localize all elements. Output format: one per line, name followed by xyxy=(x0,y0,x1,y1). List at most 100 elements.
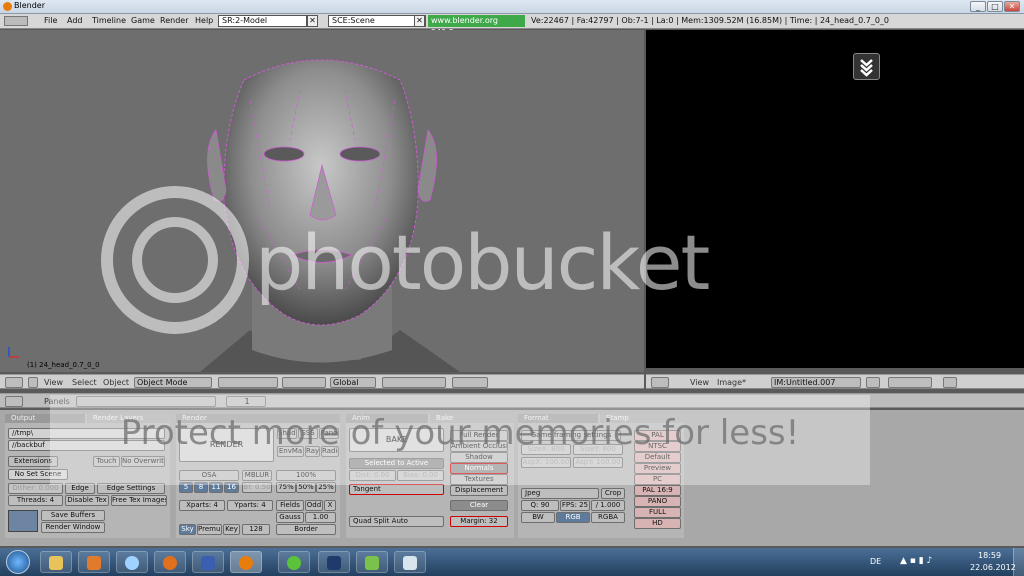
sss-toggle[interactable]: SSS xyxy=(298,428,318,439)
rgba-toggle[interactable]: RGBA xyxy=(591,512,625,523)
odd-toggle[interactable]: Odd xyxy=(305,500,323,511)
premul-toggle[interactable]: Premul xyxy=(197,524,222,535)
bake-margin-field[interactable]: Margin: 32 xyxy=(450,516,508,527)
envmap-toggle[interactable]: EnvMa xyxy=(277,446,304,457)
menu-help[interactable]: Help xyxy=(195,16,213,25)
photoshop-taskbar-icon[interactable] xyxy=(318,551,350,573)
editor-type-button[interactable] xyxy=(5,377,23,388)
bake-normals-button[interactable]: Normals xyxy=(450,463,508,474)
menu-add[interactable]: Add xyxy=(67,16,83,25)
image-editor-type-button[interactable] xyxy=(651,377,669,388)
tab-render[interactable]: Render xyxy=(176,414,340,423)
image-pin-button[interactable] xyxy=(866,377,880,388)
preset-preview[interactable]: Preview xyxy=(634,463,681,474)
blender-url-link[interactable]: www.blender.org 249.2 xyxy=(428,15,525,37)
render-button[interactable]: RENDER xyxy=(179,428,274,462)
bake-full-render-button[interactable]: Full Render xyxy=(450,430,508,441)
bake-button[interactable]: BAKE xyxy=(349,428,444,452)
orientation-selector[interactable]: Global xyxy=(330,377,376,388)
draw-type-buttons[interactable] xyxy=(218,377,278,388)
menu-render[interactable]: Render xyxy=(160,16,188,25)
preset-pal[interactable]: PAL xyxy=(634,430,681,441)
no-set-scene-field[interactable]: No Set Scene xyxy=(8,469,68,480)
percent-100-button[interactable]: 100% xyxy=(276,470,336,481)
crop-toggle[interactable]: Crop xyxy=(601,488,625,499)
bake-displacement-button[interactable]: Displacement xyxy=(450,485,508,496)
sky-toggle[interactable]: Sky xyxy=(179,524,196,535)
rgb-toggle[interactable]: RGB xyxy=(556,512,590,523)
language-indicator[interactable]: DE xyxy=(870,557,881,566)
blender-taskbar-icon[interactable] xyxy=(230,551,262,573)
lock-render-buttons[interactable] xyxy=(452,377,488,388)
dither-field[interactable]: Dither: 0.000 xyxy=(8,483,63,494)
output-path-field[interactable]: //tmp\ xyxy=(8,428,165,439)
radio-toggle[interactable]: Radio xyxy=(321,446,339,457)
network-taskbar-icon[interactable] xyxy=(356,551,388,573)
threads-field[interactable]: Threads: 4 xyxy=(8,495,63,506)
bake-ao-button[interactable]: Ambient Occlusion xyxy=(450,441,508,452)
mblur-toggle[interactable]: MBLUR xyxy=(242,470,272,481)
game-framing-button[interactable]: Game framing settings xyxy=(521,430,621,441)
shadow-toggle[interactable]: Shadow xyxy=(277,428,297,439)
save-taskbar-icon[interactable] xyxy=(192,551,224,573)
minimize-button[interactable]: _ xyxy=(970,1,986,12)
osa-8-button[interactable]: 8 xyxy=(194,482,208,493)
border-toggle[interactable]: Border xyxy=(276,524,336,535)
media-player-taskbar-icon[interactable] xyxy=(78,551,110,573)
touch-button[interactable]: Touch xyxy=(93,456,120,467)
filter-size-field[interactable]: 1.00 xyxy=(305,512,336,523)
window-type-icon[interactable] xyxy=(4,16,28,26)
image-menu-view[interactable]: View xyxy=(690,378,709,387)
scene-selector[interactable]: SCE:Scene xyxy=(328,15,426,27)
xparts-field[interactable]: Xparts: 4 xyxy=(179,500,225,511)
window-layout-icon[interactable] xyxy=(8,510,38,532)
bake-shadow-button[interactable]: Shadow xyxy=(450,452,508,463)
start-button[interactable] xyxy=(6,550,30,574)
file-format-selector[interactable]: Jpeg xyxy=(521,488,599,499)
render-window-selector[interactable]: Render Window xyxy=(41,522,105,533)
save-buffers-button[interactable]: Save Buffers xyxy=(41,510,105,521)
aspy-field[interactable]: AspY: 100.00 xyxy=(573,457,623,468)
fps-field[interactable]: FPS: 25 xyxy=(560,500,590,511)
bake-textures-button[interactable]: Textures xyxy=(450,474,508,485)
pano-toggle[interactable]: Pano xyxy=(319,428,339,439)
tab-format[interactable]: Format xyxy=(518,414,598,423)
preset-full[interactable]: FULL xyxy=(634,507,681,518)
no-overwrite-button[interactable]: No Overwrite xyxy=(121,456,165,467)
sizex-field[interactable]: SizeX: 800 xyxy=(521,444,571,455)
bw-toggle[interactable]: BW xyxy=(521,512,555,523)
free-tex-images-button[interactable]: Free Tex Images xyxy=(111,495,167,506)
osa-16-button[interactable]: 16 xyxy=(224,482,239,493)
header-collapse-button[interactable] xyxy=(28,377,38,388)
depth-selector[interactable]: 128 xyxy=(242,524,270,535)
maximize-button[interactable]: □ xyxy=(987,1,1003,12)
menu-object[interactable]: Object xyxy=(103,378,129,387)
normal-space-selector[interactable]: Tangent xyxy=(349,484,444,495)
percent-25-button[interactable]: 25% xyxy=(316,482,336,493)
image-viewer[interactable] xyxy=(646,30,1024,368)
panels-label[interactable]: Panels xyxy=(44,397,70,406)
bake-clear-toggle[interactable]: Clear xyxy=(450,500,508,511)
firefox-taskbar-icon[interactable] xyxy=(154,551,186,573)
edge-button[interactable]: Edge xyxy=(65,483,95,494)
preset-default[interactable]: Default xyxy=(634,452,681,463)
screen-selector[interactable]: SR:2-Model xyxy=(218,15,307,27)
clock-time[interactable]: 18:59 xyxy=(978,551,1001,560)
backbuf-path-field[interactable]: //backbuf xyxy=(8,440,165,451)
preset-ntsc[interactable]: NTSC xyxy=(634,441,681,452)
sizey-field[interactable]: SizeY: 600 xyxy=(573,444,623,455)
buttons-editor-type-button[interactable] xyxy=(5,396,23,407)
selected-to-active-toggle[interactable]: Selected to Active xyxy=(349,458,444,469)
show-desktop-button[interactable] xyxy=(1013,548,1024,576)
image-lock-button[interactable] xyxy=(943,377,957,388)
yparts-field[interactable]: Yparts: 4 xyxy=(227,500,273,511)
osa-toggle[interactable]: OSA xyxy=(179,470,239,481)
icq-taskbar-icon[interactable] xyxy=(278,551,310,573)
key-toggle[interactable]: Key xyxy=(223,524,240,535)
extensions-button[interactable]: Extensions xyxy=(8,456,58,467)
aspx-field[interactable]: AspX: 100.00 xyxy=(521,457,571,468)
explorer-taskbar-icon[interactable] xyxy=(40,551,72,573)
percent-50-button[interactable]: 50% xyxy=(296,482,316,493)
bake-bias-field[interactable]: Bias: 0.00 xyxy=(397,470,444,481)
window-taskbar-icon[interactable] xyxy=(394,551,426,573)
